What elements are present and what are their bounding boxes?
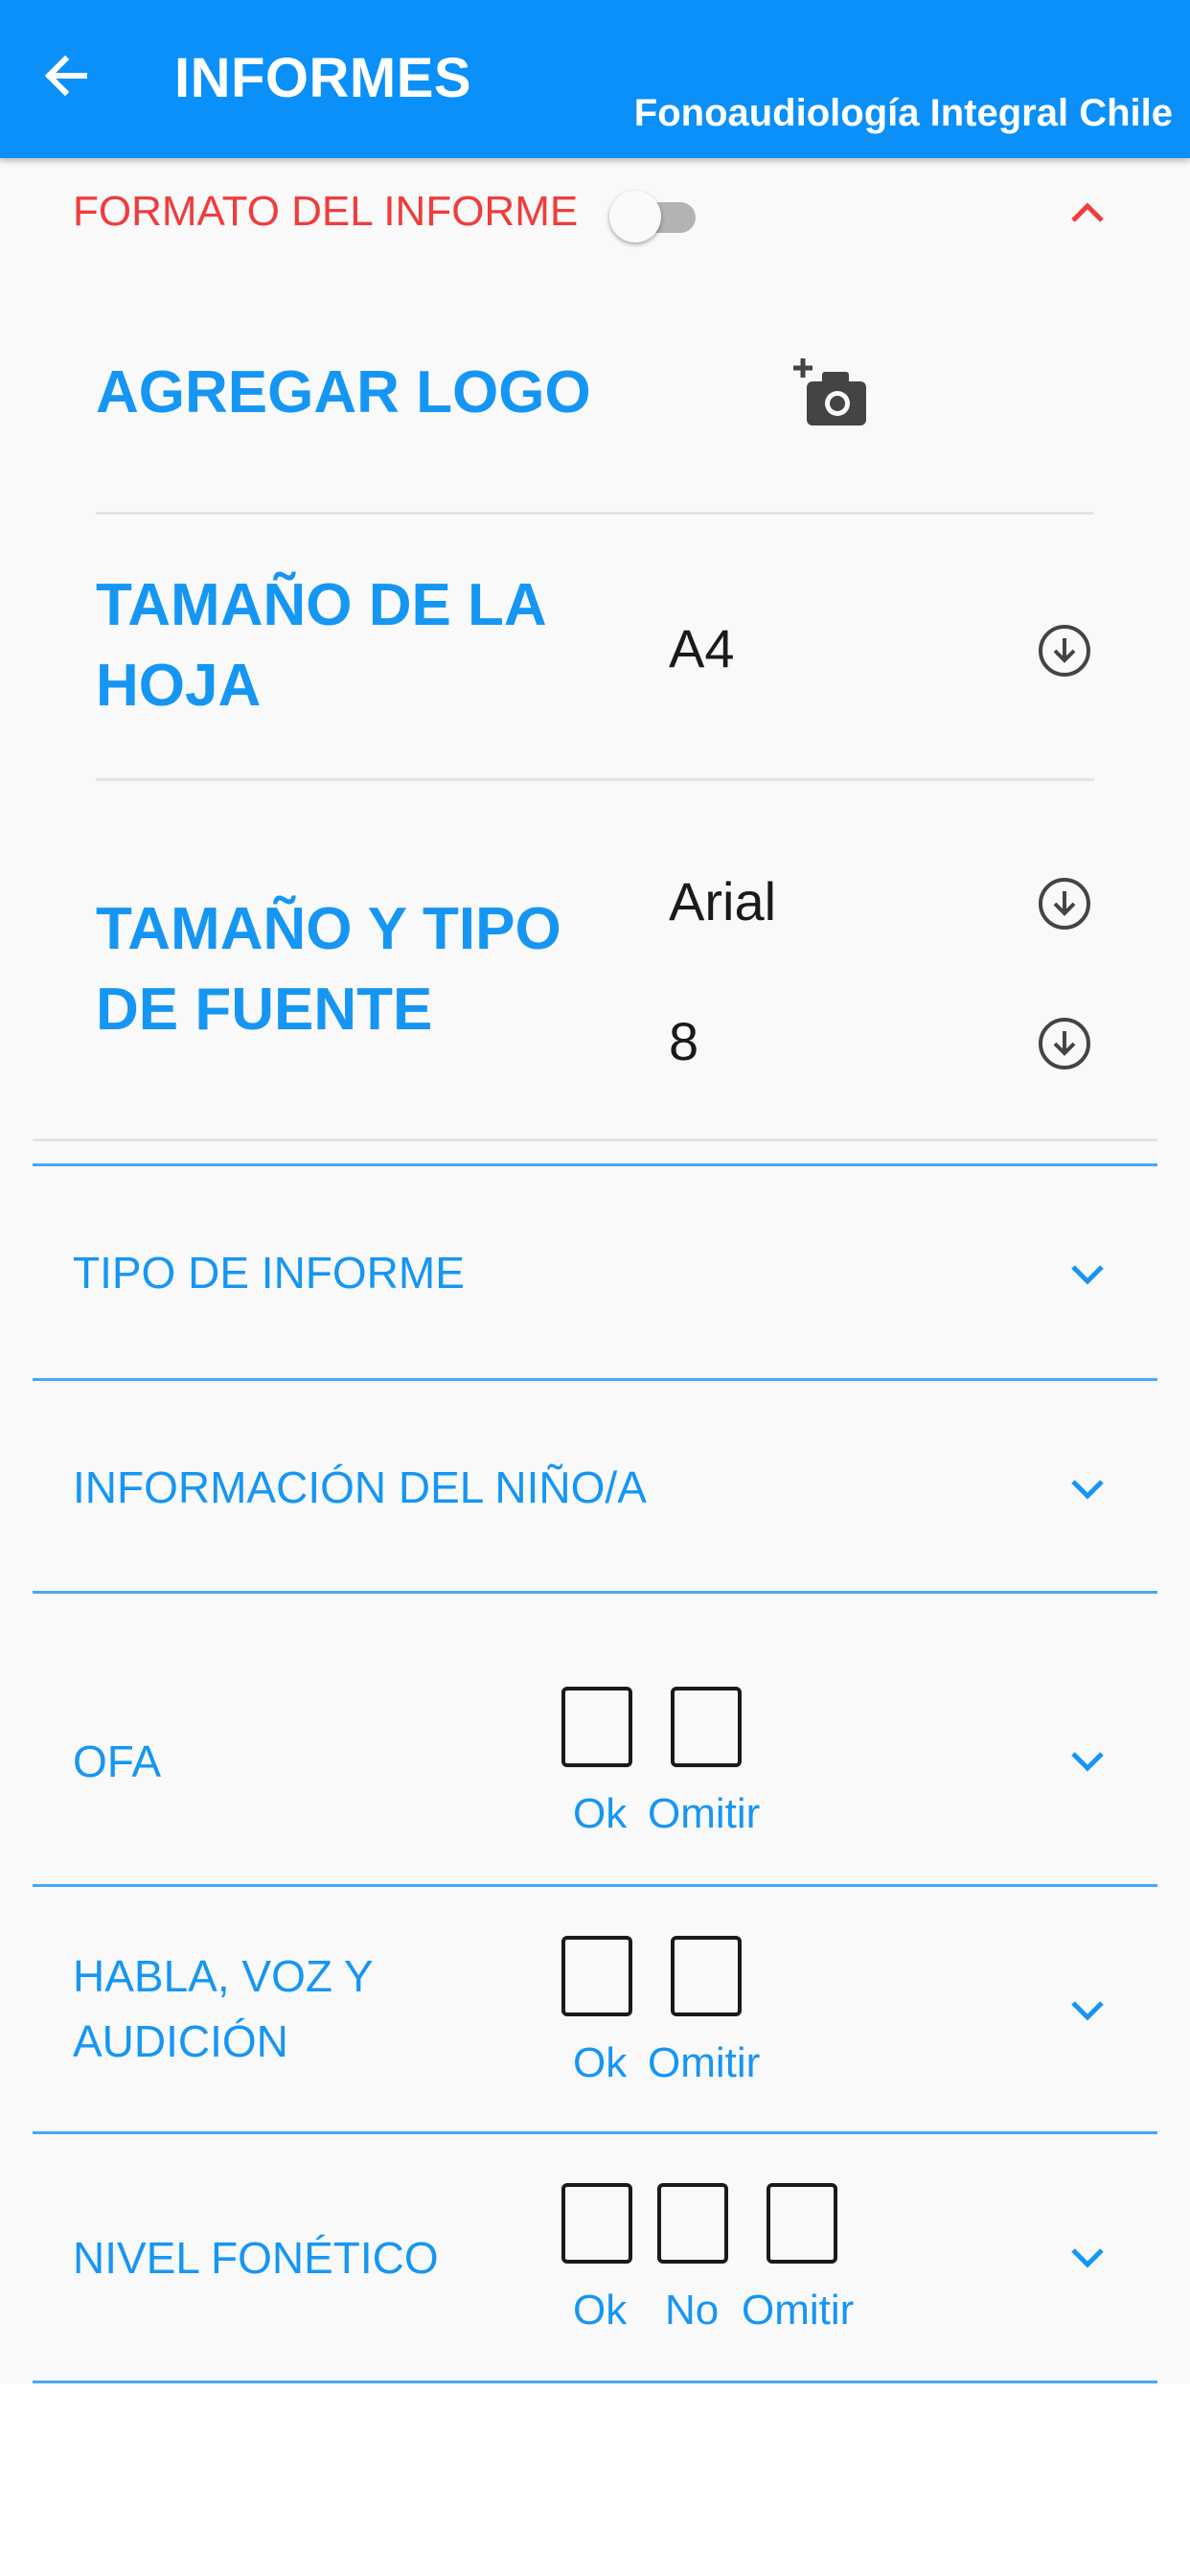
download-circle-icon[interactable] — [1037, 623, 1092, 678]
divider — [96, 778, 1094, 781]
sheet-size-label: TAMAÑO DE LA HOJA — [96, 565, 547, 726]
chevron-down-icon[interactable] — [1067, 1746, 1108, 1775]
nivel-omitir-label: Omitir — [742, 2287, 855, 2334]
chevron-down-icon[interactable] — [1067, 1474, 1108, 1503]
row-divider — [33, 2380, 1157, 2383]
row-divider — [33, 1884, 1157, 1887]
chevron-up-icon[interactable] — [1067, 197, 1108, 226]
habla-omitir-checkbox[interactable] — [671, 1936, 742, 2016]
section-habla[interactable]: HABLA, VOZ Y AUDICIÓN — [73, 1944, 374, 2074]
ofa-ok-label: Ok — [573, 1790, 628, 1837]
formato-toggle[interactable] — [609, 191, 701, 242]
nivel-ok-label: Ok — [573, 2287, 628, 2334]
ofa-ok-checkbox[interactable] — [561, 1687, 632, 1767]
nivel-omitir-checkbox[interactable] — [767, 2183, 837, 2264]
nivel-ok-checkbox[interactable] — [561, 2183, 632, 2264]
section-ofa[interactable]: OFA — [73, 1729, 161, 1794]
add-photo-icon[interactable] — [793, 356, 870, 429]
add-logo-label: AGREGAR LOGO — [96, 359, 591, 426]
habla-ok-label: Ok — [573, 2039, 628, 2086]
habla-ok-checkbox[interactable] — [561, 1936, 632, 2016]
divider — [96, 512, 1094, 515]
page-title: INFORMES — [174, 47, 472, 109]
section-nivel-fonetico[interactable]: NIVEL FONÉTICO — [73, 2225, 439, 2290]
row-divider — [33, 1591, 1157, 1594]
download-circle-icon[interactable] — [1037, 1016, 1092, 1071]
nivel-no-checkbox[interactable] — [657, 2183, 728, 2264]
download-circle-icon[interactable] — [1037, 876, 1092, 932]
section-tipo-informe[interactable]: TIPO DE INFORME — [73, 1240, 465, 1305]
ofa-omitir-label: Omitir — [648, 1790, 761, 1837]
row-divider — [33, 1163, 1157, 1166]
arrow-back-icon[interactable] — [42, 52, 90, 100]
section-header-formato[interactable]: FORMATO DEL INFORME — [73, 188, 578, 236]
app-bar: INFORMES Fonoaudiología Integral Chile — [0, 0, 1190, 158]
sheet-size-value[interactable]: A4 — [669, 617, 735, 679]
font-size-value[interactable]: 8 — [669, 1010, 698, 1072]
row-divider — [33, 2131, 1157, 2134]
font-label-line1: TAMAÑO Y TIPO — [96, 896, 561, 962]
sheet-size-label-line2: HOJA — [96, 653, 262, 719]
font-label: TAMAÑO Y TIPO DE FUENTE — [96, 889, 561, 1050]
sheet-size-label-line1: TAMAÑO DE LA — [96, 572, 547, 638]
chevron-down-icon[interactable] — [1067, 1259, 1108, 1288]
section-habla-line2: AUDICIÓN — [73, 2016, 288, 2066]
section-info-nino[interactable]: INFORMACIÓN DEL NIÑO/A — [73, 1455, 647, 1520]
font-family-value[interactable]: Arial — [669, 870, 776, 932]
toggle-knob — [609, 191, 661, 242]
chevron-down-icon[interactable] — [1067, 2242, 1108, 2271]
divider — [33, 1138, 1157, 1141]
nivel-no-label: No — [665, 2287, 720, 2334]
font-label-line2: DE FUENTE — [96, 977, 433, 1043]
section-habla-line1: HABLA, VOZ Y — [73, 1951, 374, 2001]
row-divider — [33, 1378, 1157, 1381]
ofa-omitir-checkbox[interactable] — [671, 1687, 742, 1767]
app-subtitle: Fonoaudiología Integral Chile — [633, 92, 1173, 134]
chevron-down-icon[interactable] — [1067, 1995, 1108, 2024]
habla-omitir-label: Omitir — [648, 2039, 761, 2086]
